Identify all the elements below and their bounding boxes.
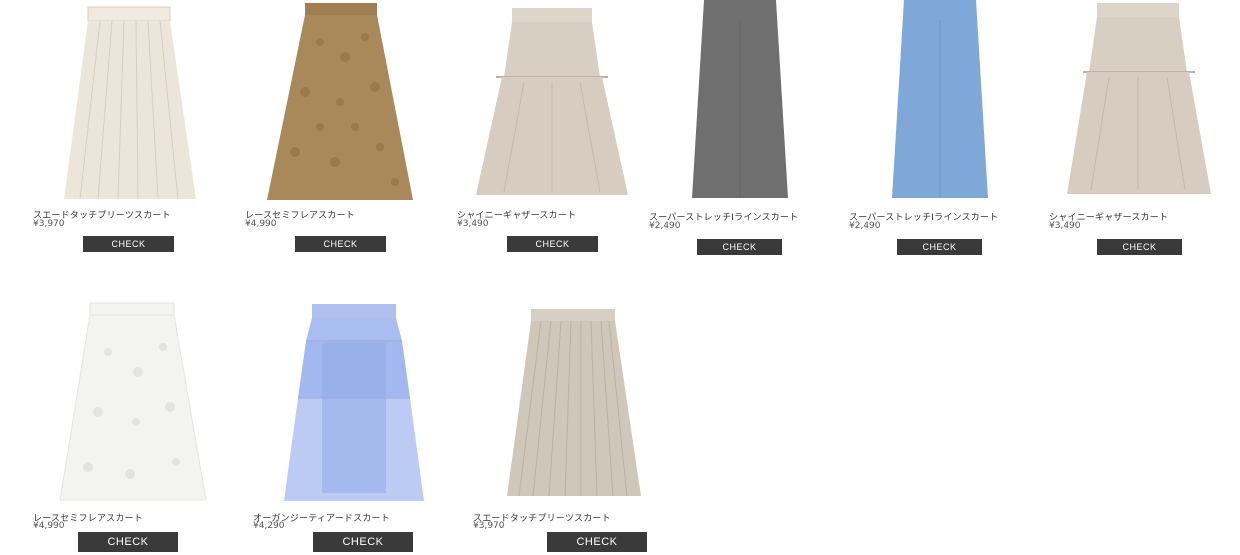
check-button[interactable]: CHECK: [507, 236, 598, 252]
check-button[interactable]: CHECK: [1097, 239, 1182, 255]
product-image-blue-organza-tiered-skirt[interactable]: [282, 303, 426, 503]
product-price: ¥3,970: [33, 219, 65, 229]
product-price: ¥2,490: [649, 221, 681, 231]
product-price: ¥2,490: [849, 221, 881, 231]
product-image-beige-pleated-skirt[interactable]: [60, 5, 200, 201]
product-image-greige-satin-tiered-skirt[interactable]: [474, 7, 630, 197]
check-button[interactable]: CHECK: [313, 532, 413, 552]
product-price: ¥4,290: [253, 521, 285, 531]
product-image-white-lace-flare-skirt[interactable]: [58, 302, 208, 502]
product-image-greige-pleated-skirt[interactable]: [505, 308, 643, 498]
product-image-brown-lace-flare-skirt[interactable]: [265, 2, 415, 202]
product-price: ¥3,970: [473, 521, 505, 531]
product-image-gray-straight-skirt[interactable]: [690, 0, 790, 200]
check-button[interactable]: CHECK: [547, 532, 647, 552]
product-price: ¥4,990: [245, 219, 277, 229]
check-button[interactable]: CHECK: [295, 236, 386, 252]
check-button[interactable]: CHECK: [697, 239, 782, 255]
check-button[interactable]: CHECK: [897, 239, 982, 255]
product-price: ¥3,490: [457, 219, 489, 229]
product-image-blue-straight-skirt[interactable]: [890, 0, 990, 200]
product-price: ¥4,990: [33, 521, 65, 531]
check-button[interactable]: CHECK: [83, 236, 174, 252]
product-image-greige-satin-tiered-skirt[interactable]: [1065, 2, 1213, 196]
check-button[interactable]: CHECK: [78, 532, 178, 552]
product-price: ¥3,490: [1049, 221, 1081, 231]
